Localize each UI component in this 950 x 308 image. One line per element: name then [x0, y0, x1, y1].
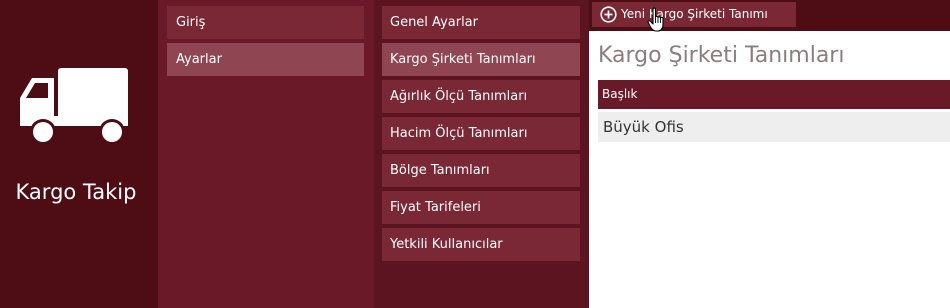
- settings-nav: Genel Ayarlar Kargo Şirketi Tanımları Ağ…: [374, 0, 589, 308]
- nav-item-kargo-sirketi-tanimlari[interactable]: Kargo Şirketi Tanımları: [382, 43, 580, 76]
- toolbar: Yeni Kargo Şirketi Tanımı Ekle: [589, 0, 950, 46]
- page-title: Kargo Şirketi Tanımları: [598, 43, 845, 68]
- column-header-baslik: Başlık: [602, 87, 638, 101]
- table-cell: Büyük Ofis: [603, 118, 684, 136]
- nav-item-bolge-tanimlari[interactable]: Bölge Tanımları: [382, 154, 580, 187]
- nav-item-giris[interactable]: Giriş: [167, 6, 364, 39]
- nav-item-hacim-olcu-tanimlari[interactable]: Hacim Ölçü Tanımları: [382, 117, 580, 150]
- add-cargo-company-button[interactable]: Yeni Kargo Şirketi Tanımı Ekle: [592, 2, 796, 46]
- app-title: Kargo Takip: [15, 180, 137, 204]
- nav-item-fiyat-tarifeleri[interactable]: Fiyat Tarifeleri: [382, 191, 580, 224]
- add-cargo-company-label: Yeni Kargo Şirketi Tanımı Ekle: [621, 7, 768, 46]
- brand-panel: Kargo Takip: [0, 0, 158, 308]
- nav-item-agirlik-olcu-tanimlari[interactable]: Ağırlık Ölçü Tanımları: [382, 80, 580, 113]
- table-row[interactable]: Büyük Ofis: [598, 112, 950, 142]
- nav-item-ayarlar[interactable]: Ayarlar: [167, 43, 364, 76]
- plus-circle-icon: [600, 6, 617, 23]
- nav-item-genel-ayarlar[interactable]: Genel Ayarlar: [382, 6, 580, 39]
- truck-icon: [20, 68, 128, 145]
- primary-nav: Giriş Ayarlar: [158, 0, 374, 308]
- table-header: Başlık: [598, 80, 950, 109]
- nav-item-yetkili-kullanicilar[interactable]: Yetkili Kullanıcılar: [382, 228, 580, 261]
- hand-pointer-cursor-icon: [647, 7, 664, 32]
